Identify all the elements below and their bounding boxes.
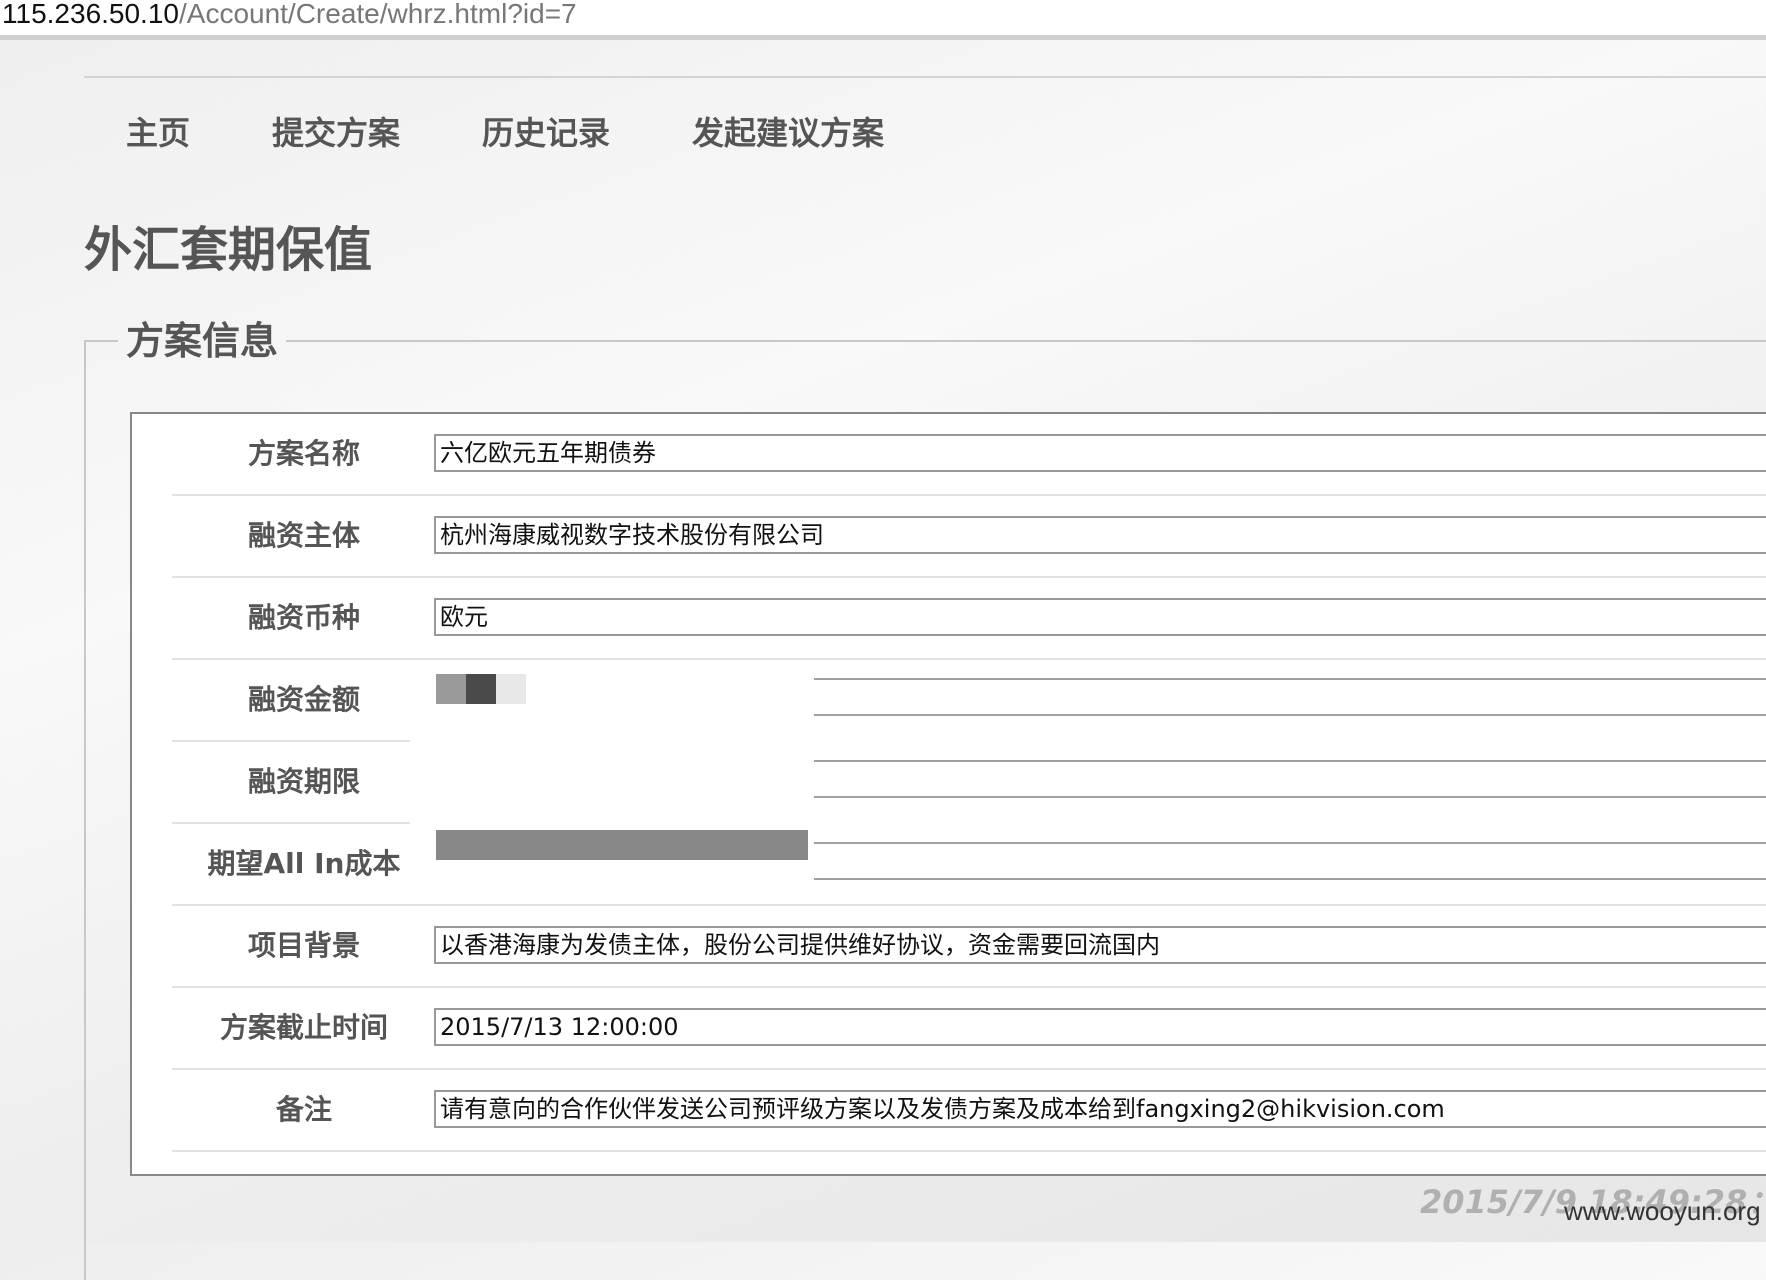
nav-item-history[interactable]: 历史记录 (482, 108, 610, 158)
form-row-currency: 融资币种 欧元 (172, 578, 1766, 660)
url-text[interactable]: 115.236.50.10/Account/Create/whrz.html?i… (2, 0, 577, 30)
field-label: 融资金额 (247, 683, 360, 716)
residual-line (814, 678, 1766, 680)
redaction-block (436, 674, 466, 704)
residual-line (814, 842, 1766, 844)
form-row-deadline: 方案截止时间 2015/7/13 12:00:00 (172, 988, 1766, 1070)
residual-line (814, 760, 1766, 762)
address-bar[interactable]: 115.236.50.10/Account/Create/whrz.html?i… (0, 0, 1766, 40)
financing-entity-field[interactable]: 杭州海康威视数字技术股份有限公司 (434, 516, 1766, 554)
row-divider (172, 1150, 1766, 1152)
url-path: /Account/Create/whrz.html?id=7 (178, 0, 577, 29)
url-host: 115.236.50.10 (2, 0, 179, 29)
plan-info-form: 方案名称 六亿欧元五年期债券 融资主体 杭州海康威视数字技术股份有限公司 融资币… (130, 412, 1766, 1176)
plan-name-field[interactable]: 六亿欧元五年期债券 (434, 434, 1766, 472)
form-row-term: 融资期限 (172, 742, 1766, 824)
form-row-amount: 融资金额 (172, 660, 1766, 742)
remarks-field[interactable]: 请有意向的合作伙伴发送公司预评级方案以及发债方案及成本给到fangxing2@h… (434, 1090, 1766, 1128)
field-label: 项目背景 (247, 929, 360, 962)
site-watermark: www.wooyun.org (1564, 1196, 1761, 1226)
form-row-remarks: 备注 请有意向的合作伙伴发送公司预评级方案以及发债方案及成本给到fangxing… (172, 1070, 1766, 1152)
field-label: 方案截止时间 (219, 1011, 388, 1044)
deadline-field[interactable]: 2015/7/13 12:00:00 (434, 1008, 1766, 1046)
residual-line (814, 796, 1766, 798)
nav-item-home[interactable]: 主页 (126, 108, 190, 158)
field-label: 期望All In成本 (207, 847, 401, 880)
redaction-block (496, 674, 526, 704)
field-label: 融资主体 (247, 519, 360, 552)
redaction-block (466, 674, 496, 704)
redaction-bar (436, 830, 808, 860)
field-label: 方案名称 (247, 437, 360, 470)
page-title: 外汇套期保值 (84, 222, 373, 278)
residual-line (814, 714, 1766, 716)
currency-field[interactable]: 欧元 (434, 598, 1766, 636)
field-label: 融资币种 (247, 601, 360, 634)
form-row-plan-name: 方案名称 六亿欧元五年期债券 (172, 414, 1766, 496)
nav-item-propose-plan[interactable]: 发起建议方案 (692, 108, 884, 158)
project-background-field[interactable]: 以香港海康为发债主体，股份公司提供维好协议，资金需要回流国内 (434, 926, 1766, 964)
form-row-background: 项目背景 以香港海康为发债主体，股份公司提供维好协议，资金需要回流国内 (172, 906, 1766, 988)
residual-line (814, 878, 1766, 880)
nav-item-submit-plan[interactable]: 提交方案 (272, 108, 400, 158)
top-divider (84, 76, 1766, 78)
field-label: 备注 (275, 1093, 332, 1126)
section-title: 方案信息 (118, 316, 287, 366)
field-label: 融资期限 (247, 765, 360, 798)
form-row-all-in-cost: 期望All In成本 (172, 824, 1766, 906)
form-row-financing-entity: 融资主体 杭州海康威视数字技术股份有限公司 (172, 496, 1766, 578)
